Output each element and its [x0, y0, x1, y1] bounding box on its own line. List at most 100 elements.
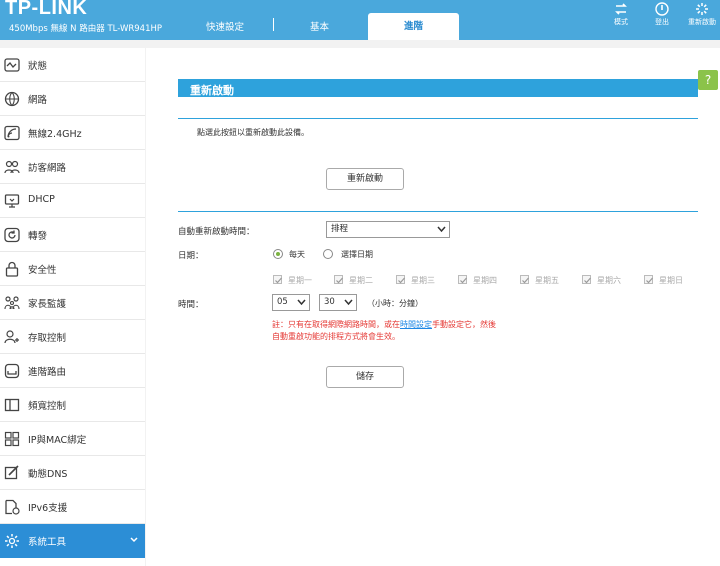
hour-select[interactable]: 05 — [272, 294, 310, 311]
tab-advanced[interactable]: 進階 — [368, 13, 459, 40]
sidebar-item-forwarding[interactable]: 轉發 — [0, 218, 145, 252]
checkbox-sunday[interactable] — [644, 275, 653, 284]
check-icon — [398, 277, 405, 284]
reboot-button[interactable]: 重新啟動 — [326, 168, 404, 190]
sidebar-item-ip-mac[interactable]: IP與MAC綁定 — [0, 422, 145, 456]
checkbox-friday[interactable] — [520, 275, 529, 284]
radio-select-days[interactable] — [323, 249, 333, 259]
minute-select-value: 30 — [324, 297, 335, 307]
sidebar-item-parental[interactable]: 家長監護 — [0, 286, 145, 320]
sidebar-item-label: 存取控制 — [28, 333, 67, 344]
sidebar-item-bandwidth[interactable]: 頻寬控制 — [0, 388, 145, 422]
sidebar-item-network[interactable]: 網路 — [0, 82, 145, 116]
minute-select[interactable]: 30 — [319, 294, 357, 311]
chevron-down-icon — [437, 226, 446, 233]
mode-label: 模式 — [614, 18, 628, 26]
sidebar-item-ddns[interactable]: 動態DNS — [0, 456, 145, 490]
note-prefix: 註：只有在取得網際網路時間，或在 — [272, 320, 400, 329]
weekday-label: 星期日 — [659, 276, 683, 285]
checkbox-wednesday[interactable] — [396, 275, 405, 284]
chevron-down-icon — [344, 299, 353, 306]
power-icon — [655, 2, 669, 16]
globe-icon — [4, 91, 20, 107]
main-panel — [146, 48, 720, 566]
checkbox-monday[interactable] — [273, 275, 282, 284]
forwarding-icon — [4, 227, 20, 243]
weekday-label: 星期一 — [288, 276, 312, 285]
schedule-label: 自動重新啟動時間： — [178, 227, 255, 237]
date-label: 日期： — [178, 251, 204, 261]
hour-select-value: 05 — [277, 297, 288, 307]
check-icon — [460, 277, 467, 284]
status-icon — [4, 58, 20, 72]
dhcp-icon — [4, 194, 20, 208]
time-settings-link[interactable]: 時間設定 — [400, 320, 432, 329]
reboot-top-button[interactable]: 重新啟動 — [686, 2, 718, 27]
radio-everyday-label: 每天 — [289, 250, 305, 259]
sidebar-item-label: 網路 — [28, 95, 48, 106]
parental-icon — [4, 296, 20, 310]
sidebar-item-security[interactable]: 安全性 — [0, 252, 145, 286]
ddns-icon — [4, 465, 19, 480]
sidebar-item-label: 無線2.4GHz — [28, 129, 82, 140]
save-button[interactable]: 儲存 — [326, 366, 404, 388]
sidebar-item-label: 安全性 — [28, 265, 57, 276]
time-note-line2: 自動重啟功能的排程方式將會生效。 — [272, 332, 400, 341]
checkbox-tuesday[interactable] — [334, 275, 343, 284]
check-icon — [275, 277, 282, 284]
check-icon — [646, 277, 653, 284]
logout-button[interactable]: 登出 — [646, 2, 678, 27]
ip-mac-icon — [4, 431, 20, 447]
checkbox-saturday[interactable] — [582, 275, 591, 284]
radio-select-days-label: 選擇日期 — [341, 250, 373, 259]
sidebar-item-guest[interactable]: 訪客網路 — [0, 150, 145, 184]
weekday-label: 星期二 — [349, 276, 373, 285]
guest-icon — [4, 160, 20, 174]
reboot-top-label: 重新啟動 — [688, 18, 716, 26]
check-icon — [584, 277, 591, 284]
help-button[interactable]: ? — [698, 70, 718, 90]
checkbox-thursday[interactable] — [458, 275, 467, 284]
sidebar-item-label: 進階路由 — [28, 367, 67, 378]
sidebar-item-access-control[interactable]: 存取控制 — [0, 320, 145, 354]
time-label: 時間： — [178, 300, 204, 310]
sidebar-item-system-tools[interactable]: 系統工具 — [0, 524, 145, 558]
note-suffix: 手動設定它，然後 — [432, 320, 496, 329]
sidebar-item-label: 訪客網路 — [28, 163, 67, 174]
section-header-bar — [178, 79, 698, 97]
wireless-icon — [4, 125, 20, 141]
sidebar-item-ipv6[interactable]: IPv6支援 — [0, 490, 145, 524]
sidebar-item-label: 系統工具 — [28, 537, 67, 548]
sidebar-item-label: 狀態 — [28, 61, 48, 72]
gear-icon — [5, 534, 19, 548]
access-control-icon — [4, 330, 19, 344]
weekday-label: 星期六 — [597, 276, 621, 285]
logout-label: 登出 — [655, 18, 669, 26]
sidebar-item-label: IPv6支援 — [28, 503, 68, 514]
check-icon — [336, 277, 343, 284]
sidebar-item-label: 家長監護 — [28, 299, 67, 310]
tab-basic[interactable]: 基本 — [310, 19, 329, 33]
weekday-label: 星期三 — [411, 276, 435, 285]
radio-everyday[interactable] — [273, 249, 283, 259]
swap-icon — [615, 3, 627, 15]
sidebar-item-routing[interactable]: 進階路由 — [0, 354, 145, 388]
sidebar-item-label: DHCP — [28, 194, 55, 205]
sidebar-item-wireless[interactable]: 無線2.4GHz — [0, 116, 145, 150]
sidebar-item-dhcp[interactable]: DHCP — [0, 184, 145, 218]
sidebar-item-status[interactable]: 狀態 — [0, 48, 145, 82]
router-model: 450Mbps 無線 N 路由器 TL-WR941HP — [9, 24, 162, 34]
nav-divider — [273, 18, 274, 31]
sidebar-item-label: IP與MAC綁定 — [28, 435, 87, 446]
chevron-down-icon — [130, 537, 138, 543]
divider-top — [178, 118, 698, 119]
ipv6-icon — [5, 499, 20, 515]
schedule-select-value: 排程 — [331, 224, 349, 234]
top-header: TP-LINK 450Mbps 無線 N 路由器 TL-WR941HP 快速設定… — [0, 0, 720, 40]
tab-quick-setup[interactable]: 快速設定 — [206, 19, 244, 33]
chevron-down-icon — [297, 299, 306, 306]
tp-link-logo: TP-LINK — [5, 0, 88, 19]
mode-button[interactable]: 模式 — [605, 2, 637, 27]
schedule-select[interactable]: 排程 — [326, 221, 450, 238]
sidebar-item-label: 動態DNS — [28, 469, 68, 480]
